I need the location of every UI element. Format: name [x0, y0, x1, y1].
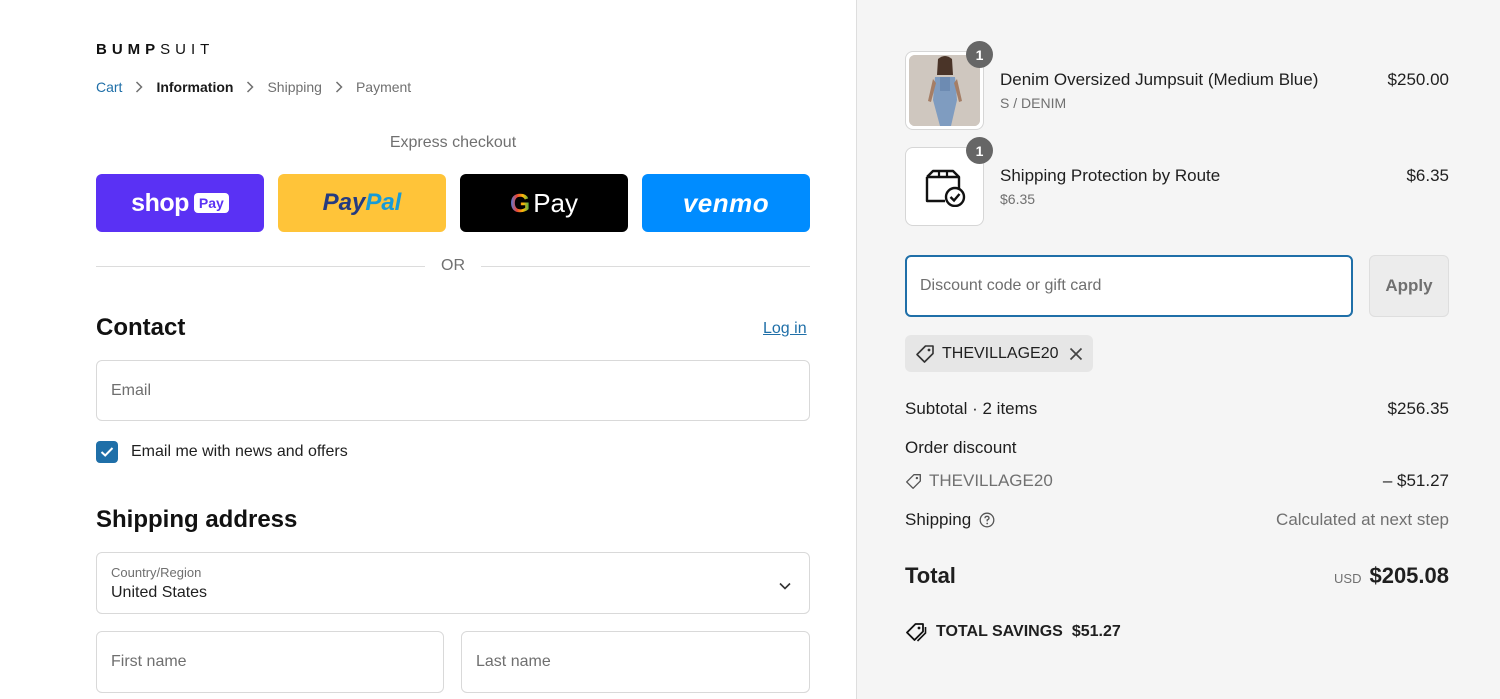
- applied-discount-code: THEVILLAGE20: [942, 344, 1059, 362]
- item-variant: S / DENIM: [1000, 95, 1067, 111]
- newsletter-option: Email me with news and offers: [96, 441, 348, 463]
- subtotal-label: Subtotal · 2 items: [905, 399, 1038, 418]
- total-value: $205.08: [1369, 563, 1449, 588]
- breadcrumb-payment: Payment: [355, 79, 412, 95]
- item-price: $250.00: [1387, 70, 1449, 89]
- shipping-value: Calculated at next step: [1276, 510, 1449, 529]
- breadcrumb: Cart Information Shipping Payment: [96, 79, 411, 95]
- checkout-main: BUMPSUIT Cart Information Shipping Payme…: [0, 0, 856, 699]
- product-photo: [909, 55, 980, 126]
- help-icon[interactable]: [979, 512, 995, 528]
- google-g-icon: G: [509, 187, 531, 218]
- remove-discount-icon[interactable]: [1069, 347, 1083, 361]
- breadcrumb-information: Information: [156, 79, 234, 95]
- cart-item: 1 Denim Oversized Jumpsuit (Medium Blue)…: [905, 41, 1449, 130]
- cart-item: 1 Shipping Protection by Route $6.35 $6.…: [905, 137, 1449, 226]
- discount-detail-row: THEVILLAGE20 – $51.27: [905, 471, 1449, 491]
- item-name: Shipping Protection by Route: [1000, 166, 1221, 185]
- shop-pay-chip: Pay: [193, 193, 229, 213]
- country-value: United States: [111, 584, 208, 601]
- tag-icon: [915, 344, 935, 364]
- email-input[interactable]: [97, 361, 809, 420]
- total-savings: TOTAL SAVINGS $51.27: [905, 622, 1121, 642]
- item-price: $6.35: [1406, 166, 1449, 185]
- venmo-button[interactable]: venmo: [642, 174, 810, 232]
- paypal-logo-part2: Pal: [365, 189, 402, 216]
- shop-pay-button[interactable]: shop Pay: [96, 174, 264, 232]
- quantity-badge: 1: [966, 41, 993, 68]
- paypal-logo-part1: Pay: [322, 189, 366, 216]
- order-discount-label: Order discount: [905, 438, 1017, 457]
- first-name-input[interactable]: [97, 632, 443, 692]
- discount-code-text: THEVILLAGE20: [929, 471, 1053, 490]
- subtotal-row: Subtotal · 2 items $256.35: [905, 399, 1449, 419]
- total-amount-group: USD $205.08: [1334, 563, 1449, 589]
- last-name-wrapper: [461, 631, 810, 693]
- google-pay-button[interactable]: G Pay: [460, 174, 628, 232]
- last-name-input[interactable]: [462, 632, 809, 692]
- venmo-logo: venmo: [682, 187, 770, 218]
- country-label: Country/Region: [111, 565, 202, 580]
- quantity-badge: 1: [966, 137, 993, 164]
- breadcrumb-shipping: Shipping: [267, 79, 322, 95]
- paypal-button[interactable]: Pay Pal: [278, 174, 446, 232]
- chevron-down-icon: [779, 577, 791, 595]
- email-field-wrapper: [96, 360, 810, 421]
- newsletter-label: Email me with news and offers: [131, 443, 348, 460]
- express-checkout-title: Express checkout: [389, 134, 517, 151]
- apply-button[interactable]: Apply: [1369, 255, 1449, 317]
- item-variant: $6.35: [1000, 191, 1036, 207]
- shop-pay-logo: shop: [131, 188, 189, 217]
- google-pay-logo: Pay: [533, 187, 579, 218]
- item-name: Denim Oversized Jumpsuit (Medium Blue): [1000, 70, 1319, 89]
- product-thumbnail: 1: [905, 137, 993, 226]
- tag-icon: [905, 622, 927, 642]
- tag-icon: [905, 473, 922, 490]
- country-select[interactable]: Country/Region United States: [96, 552, 810, 614]
- chevron-right-icon: [233, 81, 267, 93]
- brand-logo[interactable]: BUMPSUIT: [96, 41, 214, 58]
- chevron-right-icon: [122, 81, 156, 93]
- product-thumbnail: 1: [905, 41, 993, 130]
- shipping-label-group: Shipping: [905, 510, 995, 530]
- order-summary: 1 Denim Oversized Jumpsuit (Medium Blue)…: [856, 0, 1500, 699]
- newsletter-checkbox[interactable]: [96, 441, 118, 463]
- or-divider: OR: [96, 256, 810, 276]
- shipping-row: Shipping Calculated at next step: [905, 510, 1449, 530]
- total-label: Total: [905, 563, 956, 588]
- shipping-address-heading: Shipping address: [96, 506, 298, 533]
- savings-value: $51.27: [1071, 623, 1121, 640]
- discount-value: – $51.27: [1382, 471, 1449, 490]
- login-link[interactable]: Log in: [763, 320, 807, 338]
- subtotal-value: $256.35: [1387, 399, 1449, 418]
- checkmark-icon: [100, 447, 114, 457]
- contact-heading: Contact: [96, 314, 186, 341]
- discount-code-label: THEVILLAGE20: [905, 471, 1053, 491]
- discount-field-wrapper: [905, 255, 1353, 317]
- breadcrumb-cart[interactable]: Cart: [96, 79, 122, 95]
- order-discount-row: Order discount: [905, 438, 1449, 458]
- first-name-wrapper: [96, 631, 444, 693]
- discount-input[interactable]: [907, 257, 1351, 315]
- chevron-right-icon: [322, 81, 356, 93]
- or-text: OR: [441, 257, 465, 274]
- currency-code: USD: [1334, 571, 1362, 586]
- total-row: Total USD $205.08: [905, 563, 1449, 589]
- divider-line: [96, 265, 425, 267]
- shipping-label: Shipping: [905, 510, 972, 529]
- applied-discount-chip: THEVILLAGE20: [905, 335, 1093, 372]
- savings-label: TOTAL SAVINGS: [936, 623, 1063, 640]
- express-checkout-buttons: shop Pay Pay Pal G Pay venmo: [96, 174, 810, 232]
- divider-line: [481, 265, 810, 267]
